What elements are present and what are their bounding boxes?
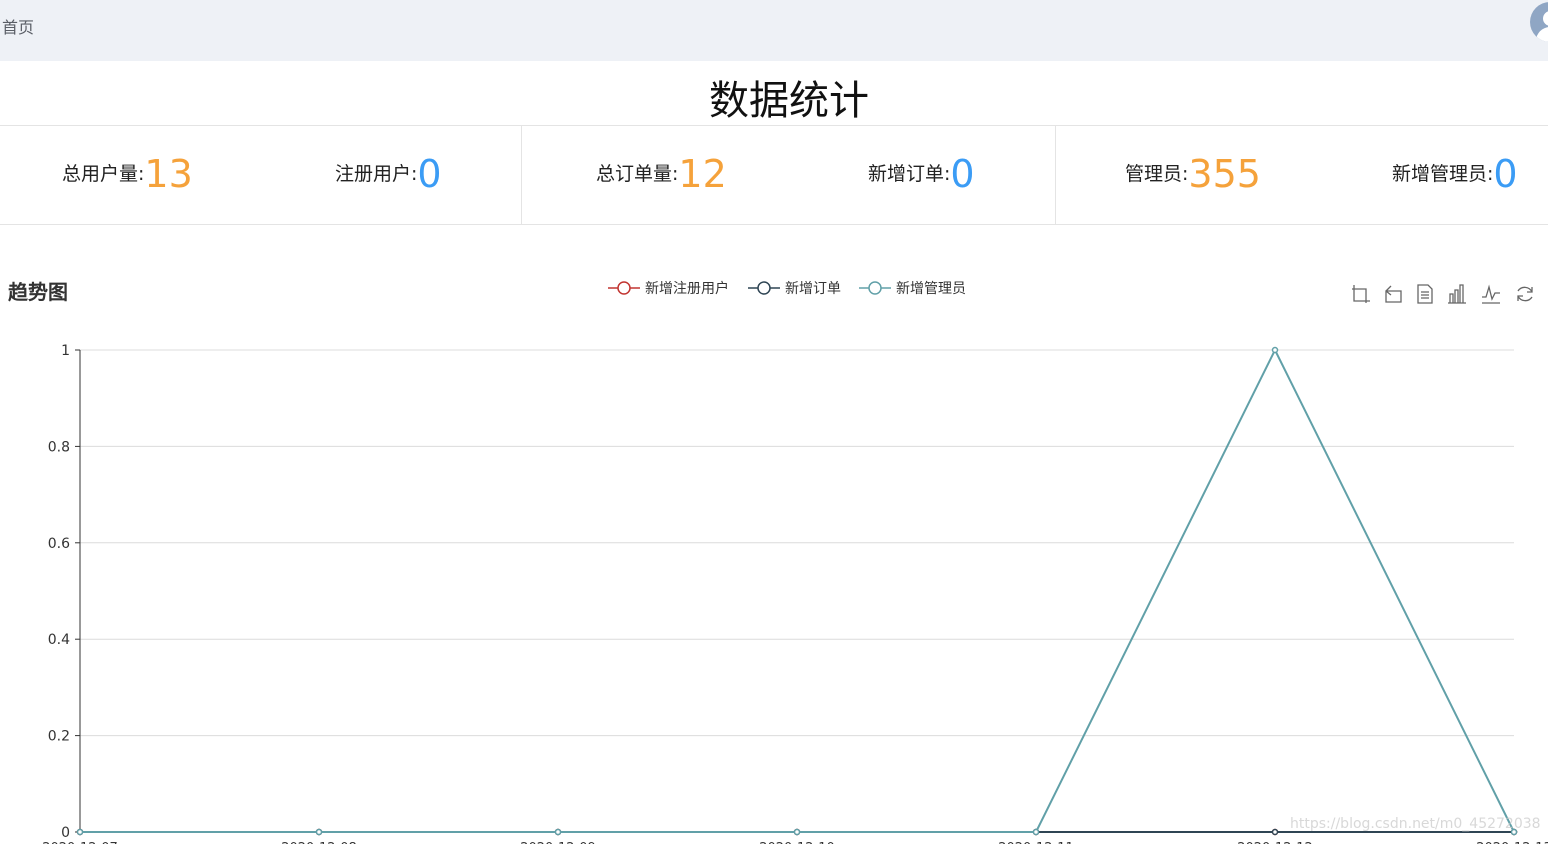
y-tick-label: 0 xyxy=(61,825,70,841)
stat-group-orders: 总订单量:12 新增订单:0 xyxy=(521,126,1055,224)
series-point-2 xyxy=(1271,346,1279,354)
stat-value: 355 xyxy=(1188,152,1261,196)
series-point-2 xyxy=(76,828,84,836)
restore-icon[interactable] xyxy=(1514,282,1536,306)
stat-new-orders: 新增订单:0 xyxy=(868,154,975,194)
legend-line-marker-icon xyxy=(748,281,780,295)
page-title: 数据统计 xyxy=(709,78,869,124)
zoom-select-icon[interactable] xyxy=(1350,282,1372,306)
series-point-2 xyxy=(1032,828,1040,836)
stat-new-admins: 新增管理员:0 xyxy=(1392,154,1518,194)
y-tick-label: 1 xyxy=(61,343,70,359)
series-line-2 xyxy=(80,347,1515,833)
stat-label: 注册用户: xyxy=(335,163,418,185)
zoom-reset-icon[interactable] xyxy=(1383,282,1405,306)
y-tick-label: 0.4 xyxy=(48,632,70,648)
watermark: https://blog.csdn.net/m0_45272038 xyxy=(1290,816,1541,832)
y-tick-label: 0.8 xyxy=(48,439,70,455)
stat-label: 总订单量: xyxy=(596,163,679,185)
stat-value: 12 xyxy=(678,152,727,196)
bar-chart-icon[interactable] xyxy=(1446,282,1468,306)
chart-title: 趋势图 xyxy=(8,280,68,304)
series-point-1 xyxy=(1271,828,1279,836)
legend-line-marker-icon xyxy=(859,281,891,295)
stats-row: 总用户量:13 注册用户:0 总订单量:12 新增订单:0 管理员:355 新增… xyxy=(0,125,1548,225)
legend-line-marker-icon xyxy=(608,281,640,295)
line-chart-icon[interactable] xyxy=(1480,282,1502,306)
stat-label: 新增订单: xyxy=(868,163,951,185)
series-point-2 xyxy=(315,828,323,836)
legend-label: 新增注册用户 xyxy=(645,281,729,297)
legend-label: 新增管理员 xyxy=(896,281,966,297)
stat-new-registered-users: 注册用户:0 xyxy=(335,154,442,194)
stat-value: 13 xyxy=(144,152,193,196)
stat-label: 新增管理员: xyxy=(1392,163,1494,185)
series-point-2 xyxy=(793,828,801,836)
legend-label: 新增订单 xyxy=(785,281,841,297)
y-tick-label: 0.2 xyxy=(48,729,70,745)
stat-label: 总用户量: xyxy=(62,163,145,185)
stat-group-admins: 管理员:355 新增管理员:0 xyxy=(1055,126,1548,224)
y-tick-label: 0.6 xyxy=(48,536,70,552)
stat-value: 0 xyxy=(950,152,975,196)
stat-group-users: 总用户量:13 注册用户:0 xyxy=(0,126,521,224)
stat-admins: 管理员:355 xyxy=(1125,154,1261,194)
series-point-2 xyxy=(554,828,562,836)
stat-label: 管理员: xyxy=(1125,163,1189,185)
breadcrumb-home[interactable]: 首页 xyxy=(2,14,34,38)
chart-legend: 新增注册用户 新增订单 新增管理员 xyxy=(608,278,978,298)
data-view-icon[interactable] xyxy=(1414,282,1436,306)
stat-total-users: 总用户量:13 xyxy=(62,154,193,194)
stat-value: 0 xyxy=(417,152,442,196)
top-bar: 首页 xyxy=(0,0,1548,61)
stat-total-orders: 总订单量:12 xyxy=(596,154,727,194)
chart-toolbox xyxy=(1350,282,1540,306)
trend-line-chart: 00.20.40.60.812020-12-072020-12-082020-1… xyxy=(42,343,1548,844)
user-avatar-icon[interactable] xyxy=(1530,2,1548,42)
stat-value: 0 xyxy=(1493,152,1518,196)
